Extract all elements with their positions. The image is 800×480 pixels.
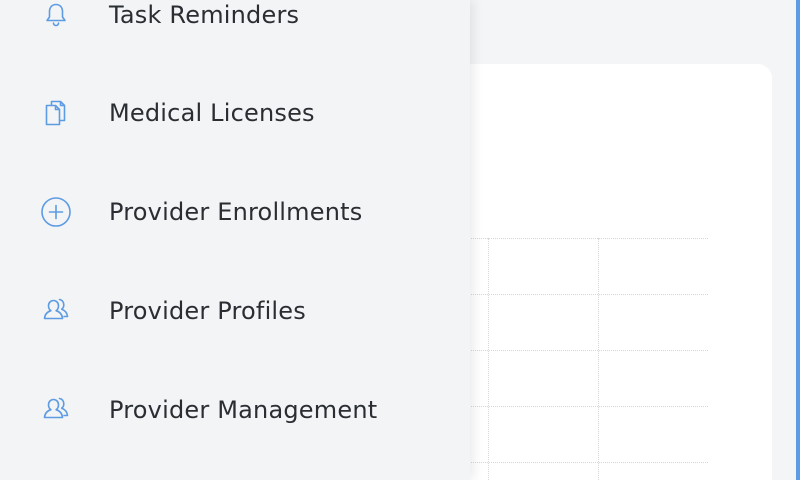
document-icon — [38, 95, 74, 131]
menu-item-provider-management[interactable]: Provider Management — [0, 380, 470, 440]
menu-item-label: Provider Profiles — [109, 297, 306, 325]
bell-icon — [38, 0, 74, 33]
users-icon — [38, 392, 74, 428]
menu-item-task-reminders[interactable]: Task Reminders — [0, 0, 470, 45]
plus-circle-icon — [38, 194, 74, 230]
navigation-drawer: Task Reminders Medical Licenses Provider… — [0, 0, 470, 480]
menu-item-label: Medical Licenses — [109, 99, 315, 127]
frame-edge-right — [796, 0, 800, 480]
menu-item-medical-licenses[interactable]: Medical Licenses — [0, 83, 470, 143]
menu-item-label: Provider Management — [109, 396, 378, 424]
menu-item-label: Provider Enrollments — [109, 198, 363, 226]
menu-item-provider-enrollments[interactable]: Provider Enrollments — [0, 182, 470, 242]
users-icon — [38, 293, 74, 329]
background-chart-grid — [462, 238, 708, 480]
menu-item-provider-profiles[interactable]: Provider Profiles — [0, 281, 470, 341]
app-screen: Task Reminders Medical Licenses Provider… — [0, 0, 800, 480]
menu-item-label: Task Reminders — [109, 1, 300, 29]
